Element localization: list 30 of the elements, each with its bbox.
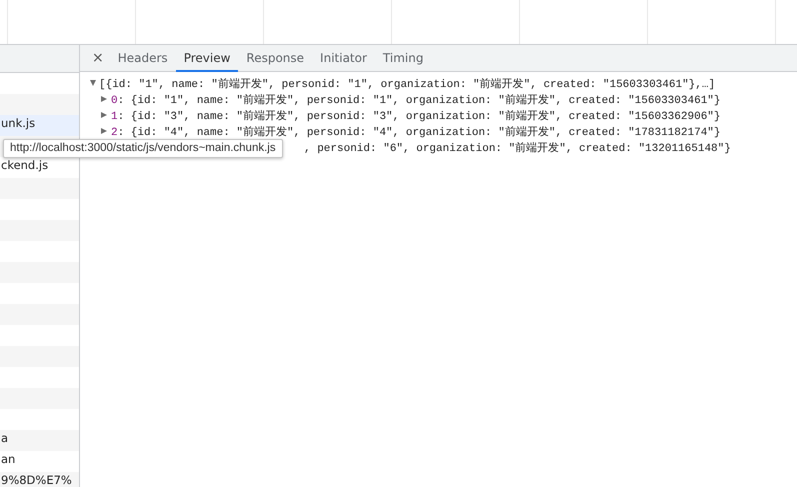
json-summary: [{id: "1", name: "前端开发", personid: "1", organization: "前端开发", created: "15603303461"},…] — [99, 79, 716, 91]
tab[interactable]: Preview — [176, 45, 238, 72]
expand-toggle-icon[interactable] — [101, 112, 107, 118]
request-row[interactable] — [0, 220, 79, 241]
json-object: , personid: "6", organization: "前端开发", created: "13201165148"} — [304, 143, 731, 155]
request-row[interactable] — [0, 346, 79, 367]
request-row[interactable]: a — [0, 430, 79, 451]
array-index: 1 — [111, 111, 118, 123]
json-object: : {id: "4", name: "前端开发", personid: "4", organization: "前端开发", created: "17831182174"} — [118, 127, 720, 139]
url-tooltip: http://localhost:3000/static/js/vendors~main.chunk.js — [3, 139, 283, 158]
tab[interactable]: Headers — [110, 45, 176, 72]
expand-toggle-icon[interactable] — [90, 80, 96, 86]
close-button[interactable]: × — [86, 45, 110, 71]
json-object: : {id: "3", name: "前端开发", personid: "3", organization: "前端开发", created: "15603362906"} — [118, 111, 720, 123]
expand-toggle-icon[interactable] — [101, 96, 107, 102]
request-row[interactable]: ckend.js — [0, 157, 79, 178]
request-row[interactable]: unk.js — [0, 115, 79, 136]
tab[interactable]: Initiator — [312, 45, 375, 72]
json-object: : {id: "1", name: "前端开发", personid: "1", organization: "前端开发", created: "15603303461"} — [118, 95, 720, 107]
array-index: 2 — [111, 127, 118, 139]
request-row[interactable] — [0, 304, 79, 325]
request-row[interactable] — [0, 262, 79, 283]
request-row[interactable] — [0, 388, 79, 409]
tab[interactable]: Timing — [374, 45, 432, 72]
tab[interactable]: Response — [238, 45, 312, 72]
array-index: 0 — [111, 95, 118, 107]
request-row[interactable]: an — [0, 451, 79, 472]
request-row[interactable] — [0, 178, 79, 199]
request-row[interactable] — [0, 94, 79, 115]
request-row[interactable]: 9%8D%E7% — [0, 472, 79, 487]
